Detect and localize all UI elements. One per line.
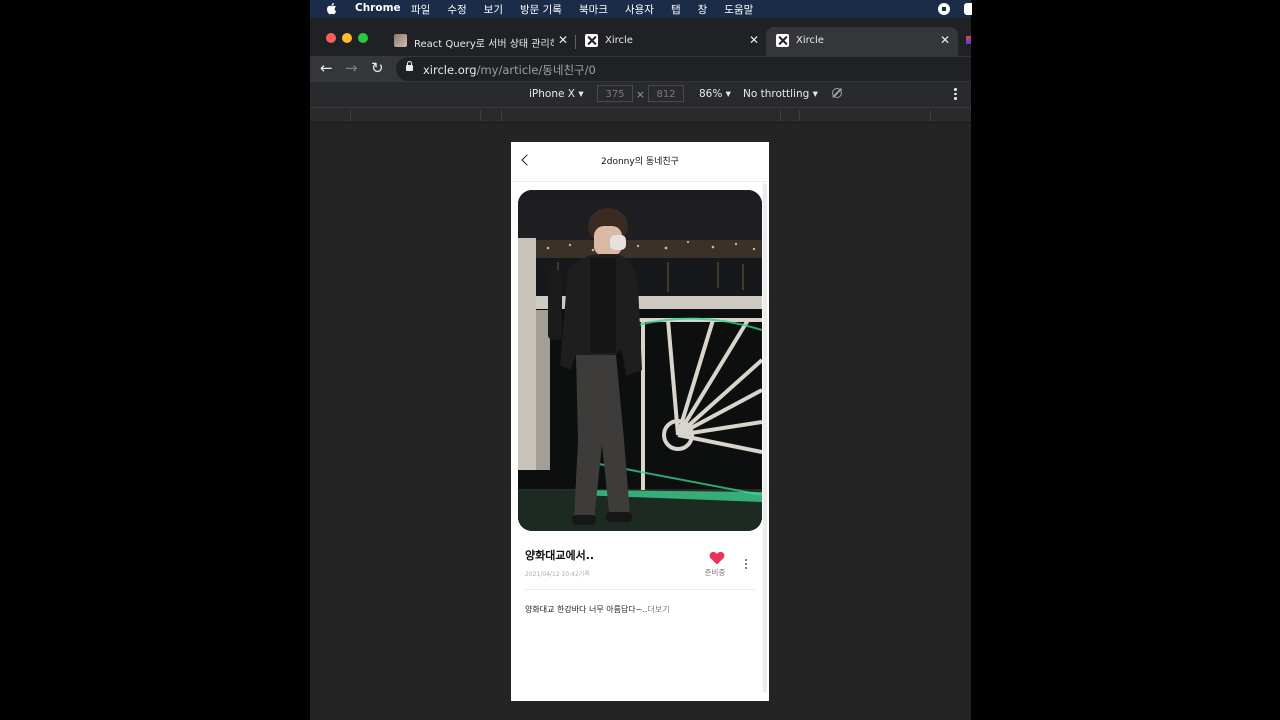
post-date: 2021/04/12 10:42기록 (525, 571, 590, 578)
menu-tab[interactable]: 탭 (671, 2, 681, 17)
url-host: xircle.org (423, 63, 477, 77)
read-more-link[interactable]: 더보기 (647, 605, 669, 614)
device-width-input[interactable]: 375 (597, 85, 633, 102)
heart-icon[interactable] (709, 551, 725, 565)
thumbnail-favicon-icon (394, 34, 407, 47)
header-divider (511, 181, 769, 182)
tray-app-icon[interactable] (964, 3, 972, 15)
menu-items: 파일 수정 보기 방문 기록 북마크 사용자 탭 창 도움말 (411, 2, 770, 17)
minimize-window-button[interactable] (342, 33, 352, 43)
post-body-text: 양화대교 한강바다 너무 아름답다~.. (525, 605, 648, 614)
post-body: 양화대교 한강바다 너무 아름답다~..더보기 (525, 604, 670, 615)
zoom-value: 86% (699, 88, 723, 100)
post-photo-image (518, 190, 762, 531)
rotate-device-icon[interactable] (832, 88, 842, 98)
close-tab-icon[interactable]: ✕ (749, 33, 759, 47)
mac-menu-bar: Chrome 파일 수정 보기 방문 기록 북마크 사용자 탭 창 도움말 (310, 0, 972, 18)
url-path: /my/article/동네친구/0 (476, 63, 596, 77)
menu-history[interactable]: 방문 기록 (520, 2, 562, 17)
device-toolbar: iPhone X ▾ 375 × 812 86% ▾ No throttling… (310, 82, 971, 108)
address-bar[interactable]: xircle.org/my/article/동네친구/0 (396, 57, 971, 81)
url-text[interactable]: xircle.org/my/article/동네친구/0 (423, 62, 596, 78)
screen-record-stop-icon[interactable] (938, 3, 950, 15)
tab-title: Xircle (605, 35, 633, 46)
content-divider (525, 589, 755, 590)
post-title: 양화대교에서.. (525, 549, 595, 562)
device-height-input[interactable]: 812 (648, 85, 684, 102)
mobile-viewport: 2donny의 동네친구 양화대교에서.. 2021/04/12 10:42기록… (511, 142, 769, 701)
back-arrow-icon[interactable]: ← (320, 58, 333, 78)
browser-toolbar: ← → ↻ xircle.org/my/article/동네친구/0 (310, 56, 971, 82)
tab-strip: React Query로 서버 상태 관리하기 ✕ Xircle ✕ Xircl… (310, 18, 971, 56)
reload-icon[interactable]: ↻ (371, 58, 384, 78)
apple-logo-icon[interactable] (326, 2, 337, 15)
menu-file[interactable]: 파일 (411, 2, 430, 17)
browser-window: React Query로 서버 상태 관리하기 ✕ Xircle ✕ Xircl… (310, 18, 971, 720)
xircle-favicon-icon (776, 34, 789, 47)
page-scrollbar[interactable] (763, 183, 767, 693)
close-window-button[interactable] (326, 33, 336, 43)
device-emulation-canvas: 2donny의 동네친구 양화대교에서.. 2021/04/12 10:42기록… (310, 123, 971, 720)
like-status-label: 준비중 (704, 568, 726, 577)
dimension-times-icon: × (636, 89, 645, 101)
zoom-select[interactable]: 86% ▾ (699, 88, 731, 100)
tab-react-query[interactable]: React Query로 서버 상태 관리하기 ✕ (384, 27, 572, 56)
page-header-title: 2donny의 동네친구 (601, 157, 679, 167)
device-name: iPhone X (529, 88, 575, 100)
tab-xircle-active[interactable]: Xircle ✕ (766, 27, 958, 56)
close-tab-icon[interactable]: ✕ (558, 33, 568, 47)
device-select[interactable]: iPhone X ▾ (529, 88, 584, 100)
tab-title: React Query로 서버 상태 관리하기 (414, 39, 554, 50)
post-more-options-icon[interactable] (745, 559, 748, 571)
forward-arrow-icon[interactable]: → (345, 58, 358, 78)
menu-bookmarks[interactable]: 북마크 (579, 2, 608, 17)
app-menu-chrome[interactable]: Chrome (355, 2, 401, 14)
post-photo[interactable] (518, 190, 762, 531)
menu-view[interactable]: 보기 (484, 2, 503, 17)
tab-title: Xircle (796, 35, 824, 46)
lock-icon[interactable] (406, 61, 413, 71)
menu-help[interactable]: 도움말 (724, 2, 753, 17)
menu-profiles[interactable]: 사용자 (625, 2, 654, 17)
menu-window[interactable]: 창 (698, 2, 708, 17)
media-query-ruler (310, 108, 971, 123)
more-options-icon[interactable] (954, 88, 957, 102)
extra-tab-favicon-icon[interactable] (966, 36, 971, 44)
throttling-value: No throttling (743, 88, 810, 100)
tab-xircle[interactable]: Xircle ✕ (575, 27, 765, 56)
xircle-favicon-icon (585, 34, 598, 47)
throttling-select[interactable]: No throttling ▾ (743, 88, 818, 100)
maximize-window-button[interactable] (358, 33, 368, 43)
close-tab-icon[interactable]: ✕ (940, 33, 950, 47)
menu-edit[interactable]: 수정 (447, 2, 466, 17)
